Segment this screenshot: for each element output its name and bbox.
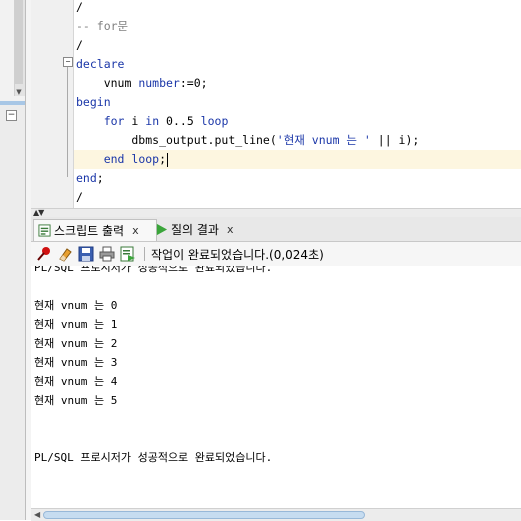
output-line: 현재 vnum 는 0 xyxy=(34,299,118,312)
sql-editor[interactable]: − / -- for문 / declare vnum number:=0; begin … xyxy=(31,0,521,208)
output-line: 현재 vnum 는 2 xyxy=(34,337,118,350)
code-token: i xyxy=(124,114,146,128)
code-line: / xyxy=(76,36,83,55)
tab-script-output[interactable]: 스크립트 출력 x xyxy=(33,219,157,241)
output-line: 현재 vnum 는 5 xyxy=(34,394,118,407)
code-token: -- for문 xyxy=(76,19,129,33)
code-token: ; xyxy=(159,152,167,166)
close-icon[interactable]: x xyxy=(227,223,234,236)
close-icon[interactable]: x xyxy=(132,224,139,237)
code-token: 0..5 xyxy=(159,114,201,128)
code-token: :=0; xyxy=(179,76,208,90)
tab-query-result[interactable]: 질의 결과 x xyxy=(151,219,255,240)
splitter-arrows-icon[interactable]: ▲▼ xyxy=(33,208,44,217)
fold-toggle-icon[interactable]: − xyxy=(63,57,73,67)
output-line: 현재 vnum 는 4 xyxy=(34,375,118,388)
code-token: vnum xyxy=(76,76,139,90)
code-token: begin xyxy=(76,95,111,109)
navigator-scrollbar-thumb[interactable] xyxy=(15,0,23,84)
code-line: vnum number:=0; xyxy=(76,74,208,93)
code-token: declare xyxy=(76,57,125,71)
code-line: end; xyxy=(76,169,104,188)
code-line: begin xyxy=(76,93,111,112)
code-token: end loop xyxy=(103,152,160,166)
tab-script-output-label: 스크립트 출력 xyxy=(54,224,125,238)
code-line: for i in 0..5 loop xyxy=(76,112,229,131)
code-token: / xyxy=(76,0,83,14)
text-caret xyxy=(167,152,169,167)
code-token: || i); xyxy=(370,133,420,147)
save-icon[interactable] xyxy=(78,246,94,262)
fold-guide-line xyxy=(67,67,68,177)
code-token: '현재 vnum 는 ' xyxy=(276,133,371,147)
output-tab-bar: 스크립트 출력 x 질의 결과 x xyxy=(31,217,521,242)
run-query-icon xyxy=(156,223,168,236)
code-line: declare xyxy=(76,55,124,74)
code-line: -- for문 xyxy=(76,17,128,36)
code-token: end xyxy=(76,171,97,185)
output-line: PL/SQL 프로시저가 성공적으로 완료되었습니다. xyxy=(34,451,273,464)
eraser-icon[interactable] xyxy=(57,246,73,262)
code-token: / xyxy=(76,190,83,204)
code-token: dbms_output.put_line( xyxy=(76,133,277,147)
status-text: 작업이 완료되었습니다.(0,024초) xyxy=(151,247,324,262)
output-line: PL/SQL 프로시저가 성공적으로 완료되었습니다. xyxy=(34,266,273,274)
toolbar-separator xyxy=(144,247,145,261)
code-token: / xyxy=(76,38,83,52)
code-line: / xyxy=(76,188,83,207)
scroll-down-arrow-icon[interactable]: ▼ xyxy=(14,88,24,96)
code-token: loop xyxy=(200,114,229,128)
output-line: 현재 vnum 는 3 xyxy=(34,356,118,369)
code-line: dbms_output.put_line('현재 vnum 는 ' || i); xyxy=(76,131,419,150)
navigator-divider xyxy=(0,101,25,105)
pin-icon[interactable] xyxy=(36,246,52,262)
code-token: in xyxy=(145,114,160,128)
scroll-left-arrow-icon[interactable]: ◀ xyxy=(34,509,40,521)
tab-query-result-label: 질의 결과 xyxy=(171,223,219,237)
output-toolbar: 작업이 완료되었습니다.(0,024초) xyxy=(31,242,521,267)
script-output-panel[interactable]: PL/SQL 프로시저가 성공적으로 완료되었습니다. 현재 vnum 는 0 현재… xyxy=(31,266,521,508)
code-token: ; xyxy=(96,171,104,185)
horizontal-scrollbar-thumb[interactable] xyxy=(43,511,365,519)
script-output-icon xyxy=(38,224,51,237)
export-icon[interactable] xyxy=(120,246,136,262)
navigator-panel: ▼ − xyxy=(0,0,31,520)
horizontal-scrollbar[interactable]: ◀ xyxy=(31,508,521,521)
print-icon[interactable] xyxy=(99,246,115,262)
output-line: 현재 vnum 는 1 xyxy=(34,318,118,331)
code-line: / xyxy=(76,0,83,17)
collapse-icon[interactable]: − xyxy=(6,110,17,121)
code-line: end loop; xyxy=(76,150,169,169)
code-token: for xyxy=(103,114,125,128)
code-token: number xyxy=(138,76,180,90)
